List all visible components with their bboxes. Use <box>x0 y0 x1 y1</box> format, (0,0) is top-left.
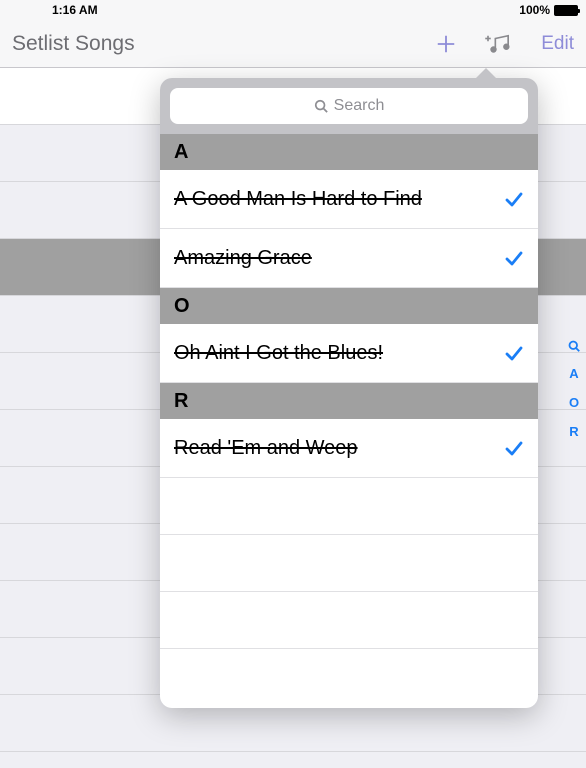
song-title: Read 'Em and Weep <box>174 437 504 460</box>
section-letter: A <box>174 141 188 164</box>
song-title: A Good Man Is Hard to Find <box>174 188 504 211</box>
page-title: Setlist Songs <box>12 32 435 56</box>
section-header-r: R <box>160 383 538 419</box>
edit-button[interactable]: Edit <box>541 33 574 55</box>
index-letter[interactable]: R <box>569 424 578 439</box>
music-plus-icon <box>485 33 513 55</box>
search-input[interactable]: Search <box>170 88 528 124</box>
song-picker-popover: Search A A Good Man Is Hard to Find Amaz… <box>160 78 538 708</box>
song-row[interactable]: A Good Man Is Hard to Find <box>160 170 538 229</box>
battery-icon <box>554 5 578 16</box>
list-item[interactable] <box>160 535 538 592</box>
battery-percent: 100% <box>519 3 550 17</box>
status-right: 100% <box>519 3 578 17</box>
plus-icon <box>435 33 457 55</box>
section-letter: O <box>174 295 190 318</box>
section-header-o: O <box>160 288 538 324</box>
song-title: Oh Aint I Got the Blues! <box>174 342 504 365</box>
check-icon <box>504 438 524 458</box>
search-bar-wrap: Search <box>160 78 538 134</box>
index-letter[interactable]: O <box>569 395 579 410</box>
list-item[interactable] <box>160 649 538 706</box>
check-icon <box>504 189 524 209</box>
song-title: Amazing Grace <box>174 247 504 270</box>
nav-actions: Edit <box>435 33 574 55</box>
list-item[interactable] <box>160 592 538 649</box>
search-placeholder: Search <box>334 97 385 115</box>
song-row[interactable]: Read 'Em and Weep <box>160 419 538 478</box>
list-item[interactable] <box>160 478 538 535</box>
search-icon[interactable] <box>568 340 580 352</box>
section-letter: R <box>174 390 188 413</box>
search-icon <box>314 99 328 113</box>
check-icon <box>504 343 524 363</box>
popover-arrow <box>474 68 498 80</box>
add-music-button[interactable] <box>485 33 513 55</box>
status-time: 1:16 AM <box>52 3 98 17</box>
nav-bar: Setlist Songs Edit <box>0 20 586 68</box>
song-row[interactable]: Oh Aint I Got the Blues! <box>160 324 538 383</box>
index-letter[interactable]: A <box>569 366 578 381</box>
status-bar: 1:16 AM 100% <box>0 0 586 20</box>
song-row[interactable]: Amazing Grace <box>160 229 538 288</box>
section-index[interactable]: A O R <box>568 340 580 439</box>
check-icon <box>504 248 524 268</box>
section-header-a: A <box>160 134 538 170</box>
add-button[interactable] <box>435 33 457 55</box>
